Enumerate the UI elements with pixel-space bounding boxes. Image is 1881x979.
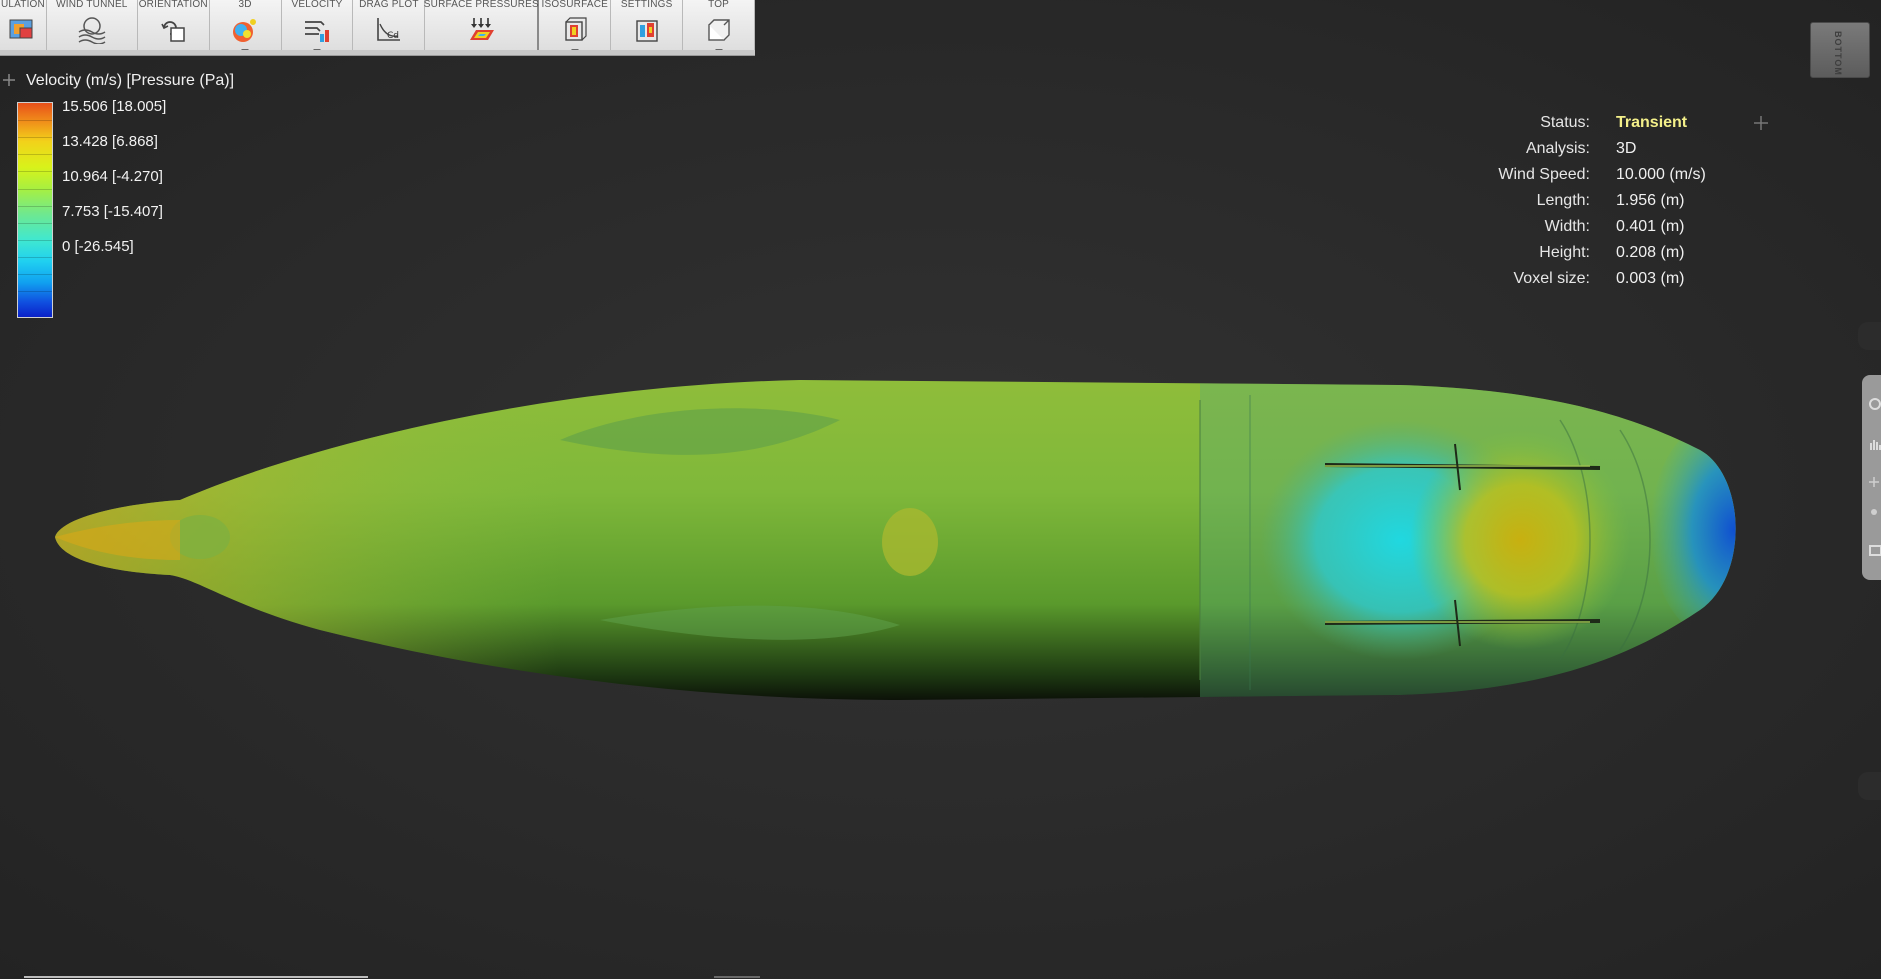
scroll-marker: [714, 976, 760, 978]
vehicle-model-render[interactable]: [0, 0, 1881, 979]
horizontal-scrollbar[interactable]: [24, 976, 368, 978]
